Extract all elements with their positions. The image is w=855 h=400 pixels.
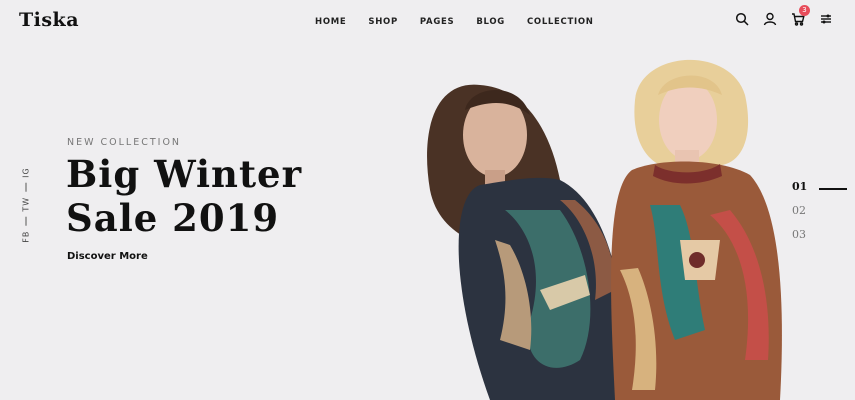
hero-image bbox=[410, 40, 800, 400]
social-ig[interactable]: IG bbox=[22, 167, 31, 178]
hero-subtitle: NEW COLLECTION bbox=[67, 137, 182, 148]
discover-more-link[interactable]: Discover More bbox=[67, 251, 148, 262]
active-slide-indicator bbox=[819, 188, 847, 190]
menu-lines-icon[interactable] bbox=[819, 12, 833, 26]
social-links: FB TW IG bbox=[18, 160, 34, 250]
nav-pages[interactable]: PAGES bbox=[420, 17, 454, 27]
header-icons: 3 bbox=[735, 5, 833, 26]
social-fb[interactable]: FB bbox=[22, 231, 31, 243]
nav-shop[interactable]: SHOP bbox=[368, 17, 398, 27]
nav-blog[interactable]: BLOG bbox=[476, 17, 505, 27]
models-illustration bbox=[427, 59, 782, 400]
cart-icon[interactable]: 3 bbox=[791, 5, 810, 26]
slide-03[interactable]: 03 bbox=[792, 228, 806, 241]
user-icon[interactable] bbox=[763, 12, 777, 26]
hero-title-line-2: Sale 2019 bbox=[66, 196, 280, 240]
cart-count-badge: 3 bbox=[799, 5, 810, 16]
nav-collection[interactable]: COLLECTION bbox=[527, 17, 594, 27]
slide-02[interactable]: 02 bbox=[792, 204, 806, 217]
search-icon[interactable] bbox=[735, 12, 749, 26]
hero-title-line-1: Big Winter bbox=[66, 152, 303, 196]
main-nav: HOME SHOP PAGES BLOG COLLECTION bbox=[315, 17, 594, 27]
site-logo[interactable]: Tiska bbox=[19, 9, 79, 31]
nav-home[interactable]: HOME bbox=[315, 17, 346, 27]
social-divider bbox=[25, 216, 27, 226]
slide-01[interactable]: 01 bbox=[792, 180, 807, 193]
hero-title: Big Winter Sale 2019 bbox=[66, 152, 302, 240]
social-divider bbox=[25, 182, 27, 192]
social-tw[interactable]: TW bbox=[22, 197, 31, 212]
